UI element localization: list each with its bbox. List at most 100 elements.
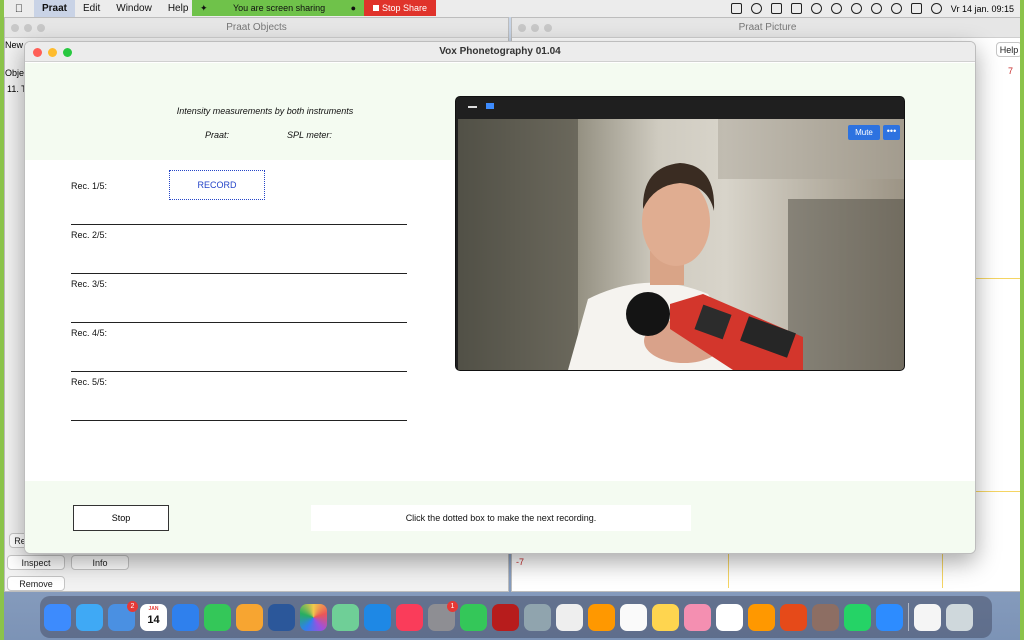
textedit-icon[interactable]: [620, 603, 647, 631]
share-text: You are screen sharing: [232, 3, 326, 13]
stop-share-label: Stop Share: [381, 3, 428, 13]
menu-edit[interactable]: Edit: [75, 0, 108, 17]
safari-icon[interactable]: [76, 603, 103, 631]
vox-phonetography-dialog: Vox Phonetography 01.04 Intensity measur…: [24, 41, 976, 554]
siri-icon[interactable]: [930, 3, 942, 14]
mail-icon[interactable]: 2: [108, 600, 138, 631]
stop-share-button[interactable]: Stop Share: [364, 0, 436, 16]
desktop:  Praat Edit Window Help ✦ You are scree…: [4, 0, 1020, 640]
axis-top-label: 7: [1008, 66, 1014, 76]
keynote-icon[interactable]: [172, 603, 199, 631]
axis-bottom-label: -7: [516, 557, 525, 567]
control-center-icon[interactable]: [910, 3, 922, 14]
clock[interactable]: Vr 14 jan. 09:15: [951, 4, 1014, 14]
music-icon[interactable]: [396, 603, 423, 631]
praat-label: Praat:: [205, 130, 230, 140]
dropbox-icon[interactable]: [750, 3, 762, 14]
menu-help[interactable]: Help: [160, 0, 197, 17]
zoom-tray-icon[interactable]: [730, 3, 742, 14]
video-toolbar: [456, 97, 904, 117]
zoom-icon[interactable]: [876, 603, 903, 631]
remote-desktop-icon[interactable]: [780, 603, 807, 631]
recording-underline: [71, 224, 407, 225]
app-store-icon[interactable]: [364, 603, 391, 631]
texmaker-icon[interactable]: [556, 603, 583, 631]
video-panel: Mute •••: [455, 96, 905, 371]
whatsapp-icon[interactable]: [844, 603, 871, 631]
praat-picture-title: Praat Picture: [738, 22, 797, 33]
zoom-window-button[interactable]: [63, 48, 72, 57]
dock-separator: [908, 603, 909, 631]
system-preferences-icon[interactable]: 1: [428, 600, 458, 631]
menu-window[interactable]: Window: [108, 0, 160, 17]
home-icon[interactable]: [748, 603, 775, 631]
record-button[interactable]: RECORD: [169, 170, 265, 200]
scrolls-icon[interactable]: [684, 603, 711, 631]
recording-underline: [71, 273, 407, 274]
calendar-day: 14: [147, 613, 160, 626]
new-menu[interactable]: New: [5, 40, 23, 50]
praat-picture-titlebar: Praat Picture: [512, 18, 1020, 38]
praat-objects-title: Praat Objects: [226, 22, 287, 33]
mute-button[interactable]: Mute: [848, 125, 880, 140]
reminders-icon[interactable]: [716, 603, 743, 631]
pages-icon[interactable]: [236, 603, 263, 631]
user-icon[interactable]: [870, 3, 882, 14]
apple-icon[interactable]: : [4, 3, 34, 15]
dialog-title: Vox Phonetography 01.04: [439, 46, 561, 57]
view-toggle-icon[interactable]: [486, 103, 494, 109]
menu-app-praat[interactable]: Praat: [34, 0, 76, 17]
info-button[interactable]: Info: [71, 555, 129, 570]
instruction-text: Click the dotted box to make the next re…: [311, 505, 691, 531]
calendar-icon[interactable]: JAN 14: [140, 603, 167, 631]
photos-icon[interactable]: [300, 603, 327, 631]
preview-icon[interactable]: [524, 603, 551, 631]
finder-icon[interactable]: [44, 603, 71, 631]
close-window-button[interactable]: [33, 48, 42, 57]
recording-label: Rec. 1/5:: [71, 181, 108, 191]
share-status: ✦ You are screen sharing ●: [192, 0, 364, 16]
notes-icon[interactable]: [652, 603, 679, 631]
shield-icon: ●: [350, 3, 356, 13]
mendeley-icon[interactable]: [492, 603, 519, 631]
status-tray: Vr 14 jan. 09:15: [730, 0, 1014, 17]
screen-mirror-icon[interactable]: [770, 3, 782, 14]
minimize-window-button[interactable]: [48, 48, 57, 57]
recording-label: Rec. 4/5:: [71, 328, 108, 338]
webcam-video: Mute •••: [458, 119, 904, 370]
recording-underline: [71, 371, 407, 372]
screen-share-bar: ✦ You are screen sharing ● Stop Share: [192, 0, 436, 16]
numbers-icon[interactable]: [204, 603, 231, 631]
word-icon[interactable]: [268, 603, 295, 631]
maps-icon[interactable]: [332, 603, 359, 631]
documents-folder-icon[interactable]: [914, 603, 941, 631]
settings-badge: 1: [447, 600, 458, 612]
mail-badge: 2: [127, 600, 138, 612]
messages-icon[interactable]: [460, 603, 487, 631]
dock: 2 JAN 14 1: [40, 596, 992, 638]
trash-icon[interactable]: [946, 603, 973, 631]
inspect-button[interactable]: Inspect: [7, 555, 65, 570]
remove-button[interactable]: Remove: [7, 576, 65, 591]
recording-row-4: Rec. 4/5:: [71, 328, 407, 372]
sublime-text-icon[interactable]: [588, 603, 615, 631]
recording-row-2: Rec. 2/5:: [71, 230, 407, 274]
recording-row-5: Rec. 5/5:: [71, 377, 407, 421]
help-button[interactable]: Help: [996, 42, 1020, 57]
objects-label: Obje: [5, 68, 25, 78]
spl-meter-label: SPL meter:: [287, 130, 332, 140]
search-icon[interactable]: [890, 3, 902, 14]
recording-underline: [71, 322, 407, 323]
recording-underline: [71, 420, 407, 421]
time-machine-icon[interactable]: [810, 3, 822, 14]
praat-icon[interactable]: [812, 603, 839, 631]
bluetooth-icon[interactable]: [830, 3, 842, 14]
display-icon[interactable]: [790, 3, 802, 14]
stop-button[interactable]: Stop: [73, 505, 169, 531]
more-options-button[interactable]: •••: [883, 125, 900, 140]
wifi-icon[interactable]: [850, 3, 862, 14]
measurements-heading: Intensity measurements by both instrumen…: [176, 106, 354, 116]
minimize-video-icon[interactable]: [468, 106, 477, 108]
recording-row-3: Rec. 3/5:: [71, 279, 407, 323]
recording-label: Rec. 3/5:: [71, 279, 108, 289]
